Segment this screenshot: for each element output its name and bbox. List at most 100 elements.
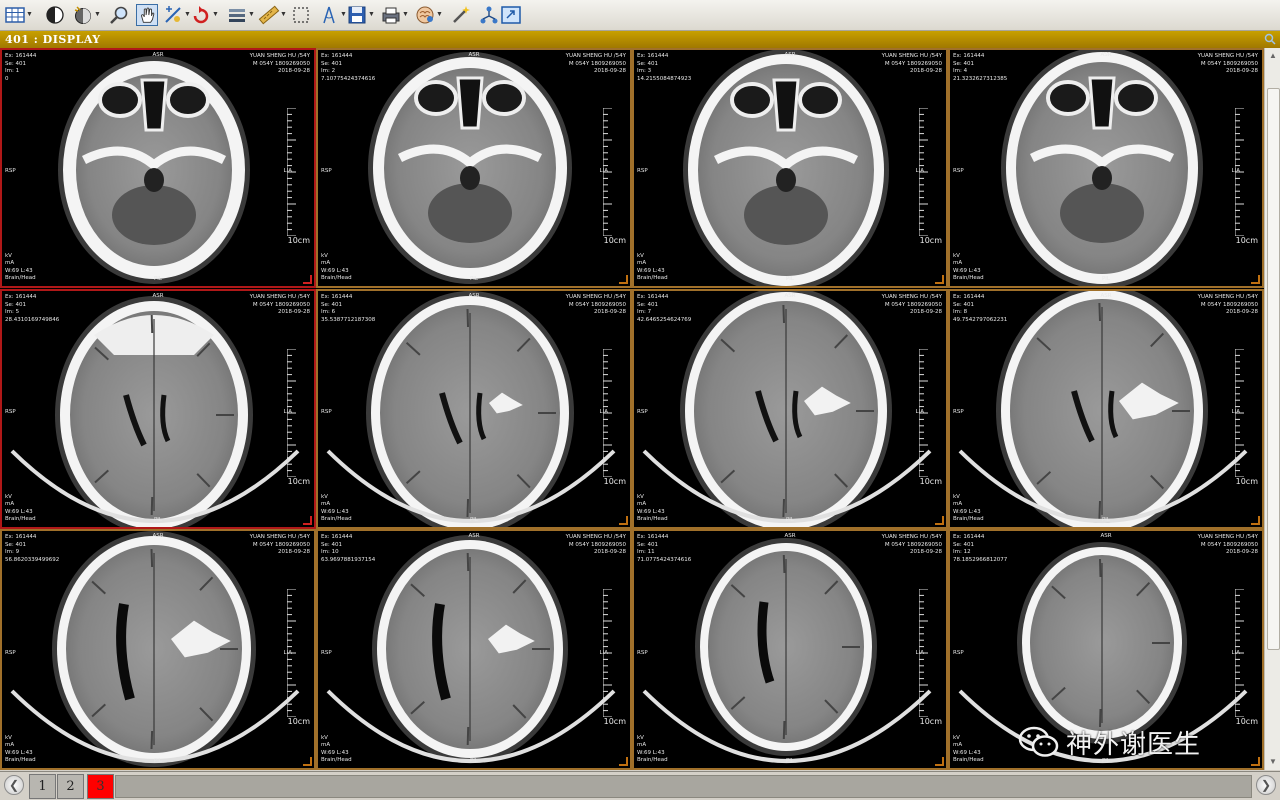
print-tool[interactable]: ▼ <box>380 3 409 27</box>
ct-slice-image[interactable] <box>634 50 948 288</box>
image-cell[interactable]: Ex: 161444 Se: 401 Im: 9 56.8620339499692 YU… <box>0 529 316 770</box>
resize-corner-icon[interactable] <box>935 275 944 284</box>
dropdown-arrow-icon[interactable]: ▼ <box>26 4 33 26</box>
image-cell[interactable]: Ex: 161444 Se: 401 Im: 4 21.3232627312385 YU… <box>948 48 1264 288</box>
save-disk-icon[interactable] <box>346 4 368 26</box>
viewport-options-icon[interactable] <box>1264 33 1276 45</box>
stack-scroll-icon[interactable] <box>226 4 248 26</box>
save-disk-tool[interactable]: ▼ <box>346 3 375 27</box>
resize-corner-icon[interactable] <box>935 757 944 766</box>
preset-level-tool[interactable]: ▼ <box>72 3 101 27</box>
image-viewer[interactable]: Ex: 161444 Se: 401 Im: 1 0 YUAN SHENG HU /54… <box>0 48 1264 770</box>
magnifier-glass-icon[interactable] <box>162 4 184 26</box>
zoom-tool[interactable] <box>108 3 130 27</box>
window-level-icon[interactable] <box>44 4 66 26</box>
ct-slice-image[interactable] <box>2 531 316 770</box>
ct-slice-image[interactable] <box>950 291 1264 529</box>
orientation-left: RSP <box>321 168 332 174</box>
brain-3d-tool[interactable]: ▼ <box>414 3 443 27</box>
roi-select-icon[interactable] <box>290 4 312 26</box>
image-cell[interactable]: Ex: 161444 Se: 401 Im: 10 63.9697881937154 Y… <box>316 529 632 770</box>
previous-page-icon[interactable]: ❮ <box>4 775 24 795</box>
vertical-scrollbar[interactable]: ▲ ▼ <box>1264 48 1280 770</box>
zoom-icon[interactable] <box>108 4 130 26</box>
ruler-tool[interactable]: ▼ <box>258 3 287 27</box>
dropdown-arrow-icon[interactable]: ▼ <box>280 4 287 26</box>
dropdown-arrow-icon[interactable]: ▼ <box>368 4 375 26</box>
resize-corner-icon[interactable] <box>1251 516 1260 525</box>
stack-scroll-tool[interactable]: ▼ <box>226 3 255 27</box>
pan-hand-icon[interactable] <box>136 4 158 26</box>
resize-corner-icon[interactable] <box>935 516 944 525</box>
resize-corner-icon[interactable] <box>619 757 628 766</box>
angle-icon[interactable] <box>318 4 340 26</box>
fullscreen-tool[interactable] <box>500 3 522 27</box>
magic-wand-tool[interactable] <box>450 3 472 27</box>
dropdown-arrow-icon[interactable]: ▼ <box>248 4 255 26</box>
preset-level-icon[interactable] <box>72 4 94 26</box>
resize-corner-icon[interactable] <box>303 275 312 284</box>
layout-grid-tool[interactable]: ▼ <box>4 3 33 27</box>
next-page-icon[interactable]: ❯ <box>1256 775 1276 795</box>
dropdown-arrow-icon[interactable]: ▼ <box>436 4 443 26</box>
image-cell[interactable]: Ex: 161444 Se: 401 Im: 8 49.7542797062231 YU… <box>948 289 1264 529</box>
brain-3d-icon[interactable] <box>414 4 436 26</box>
resize-corner-icon[interactable] <box>619 516 628 525</box>
scale-label: 10cm <box>603 717 626 726</box>
ct-slice-image[interactable] <box>950 50 1264 288</box>
image-cell[interactable]: Ex: 161444 Se: 401 Im: 2 7.10775424374616 YU… <box>316 48 632 288</box>
image-cell[interactable]: Ex: 161444 Se: 401 Im: 11 71.0775424374616 Y… <box>632 529 948 770</box>
scroll-down-icon[interactable]: ▼ <box>1268 757 1278 767</box>
dropdown-arrow-icon[interactable]: ▼ <box>402 4 409 26</box>
magnifier-glass-tool[interactable]: ▼ <box>162 3 191 27</box>
page-button-1[interactable]: 1 <box>29 774 56 799</box>
sync-link-icon[interactable] <box>478 4 500 26</box>
rotate-icon[interactable] <box>190 4 212 26</box>
orientation-bottom: PIL <box>785 758 794 765</box>
orientation-left: RSP <box>5 409 16 415</box>
ma-label: mA <box>5 260 15 267</box>
window-level: W:69 L:43 <box>321 508 349 515</box>
ct-slice-image[interactable] <box>318 531 632 770</box>
resize-corner-icon[interactable] <box>303 516 312 525</box>
page-button-3[interactable]: 3 <box>87 774 114 799</box>
sync-link-tool[interactable] <box>478 3 500 27</box>
window-level: W:69 L:43 <box>637 508 665 515</box>
fullscreen-icon[interactable] <box>500 4 522 26</box>
angle-tool[interactable]: ▼ <box>318 3 347 27</box>
rotate-tool[interactable]: ▼ <box>190 3 219 27</box>
dropdown-arrow-icon[interactable]: ▼ <box>94 4 101 26</box>
magic-wand-icon[interactable] <box>450 4 472 26</box>
resize-corner-icon[interactable] <box>1251 757 1260 766</box>
scrollbar-thumb[interactable] <box>1267 88 1280 650</box>
scale-label: 10cm <box>287 477 310 486</box>
image-cell[interactable]: Ex: 161444 Se: 401 Im: 1 0 YUAN SHENG HU /54… <box>0 48 316 288</box>
ct-slice-image[interactable] <box>634 291 948 529</box>
layout-grid-icon[interactable] <box>4 4 26 26</box>
series-number: Se: 401 <box>637 60 658 67</box>
resize-corner-icon[interactable] <box>619 275 628 284</box>
image-cell[interactable]: Ex: 161444 Se: 401 Im: 7 42.6465254624769 YU… <box>632 289 948 529</box>
ct-slice-image[interactable] <box>2 50 316 288</box>
roi-select-tool[interactable] <box>290 3 312 27</box>
ct-slice-image[interactable] <box>318 291 632 529</box>
dropdown-arrow-icon[interactable]: ▼ <box>212 4 219 26</box>
ct-slice-image[interactable] <box>318 50 632 288</box>
kv-label: kV <box>637 734 644 741</box>
image-cell[interactable]: Ex: 161444 Se: 401 Im: 6 35.5387712187308 YU… <box>316 289 632 529</box>
scale-ruler <box>603 108 612 236</box>
pan-hand-tool[interactable] <box>136 3 158 27</box>
ct-slice-image[interactable] <box>2 291 316 529</box>
resize-corner-icon[interactable] <box>303 757 312 766</box>
image-cell[interactable]: Ex: 161444 Se: 401 Im: 3 14.2155084874923 YU… <box>632 48 948 288</box>
image-cell[interactable]: Ex: 161444 Se: 401 Im: 5 28.4310169749846 YU… <box>0 289 316 529</box>
ct-slice-image[interactable] <box>634 531 948 770</box>
scroll-up-icon[interactable]: ▲ <box>1268 51 1278 61</box>
window-level: W:69 L:43 <box>5 267 33 274</box>
ruler-icon[interactable] <box>258 4 280 26</box>
window-level-tool[interactable] <box>44 3 66 27</box>
print-icon[interactable] <box>380 4 402 26</box>
protocol-label: Brain/Head <box>637 516 668 523</box>
page-button-2[interactable]: 2 <box>57 774 84 799</box>
resize-corner-icon[interactable] <box>1251 275 1260 284</box>
